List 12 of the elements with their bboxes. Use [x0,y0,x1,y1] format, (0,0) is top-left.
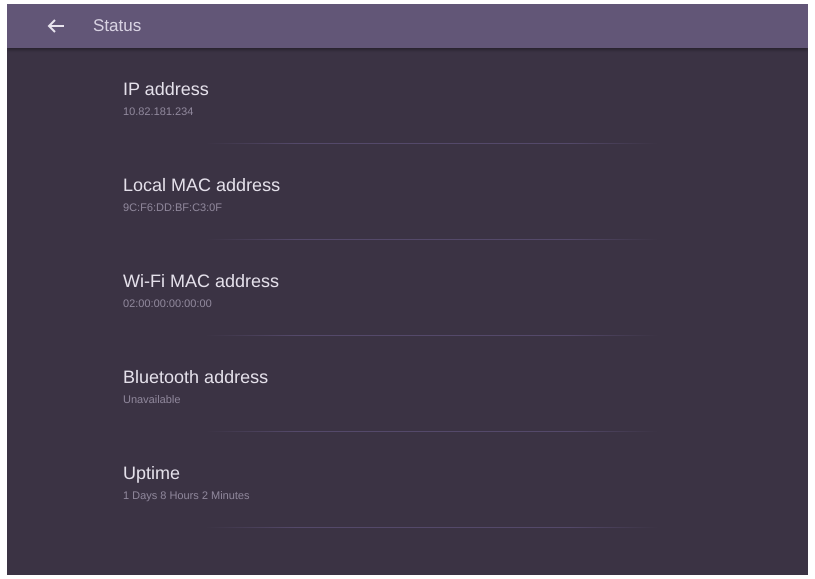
item-value: 9C:F6:DD:BF:C3:0F [123,202,224,214]
item-value: 02:00:00:00:00:00 [123,298,213,310]
back-arrow-icon[interactable] [47,18,65,34]
item-label: Wi-Fi MAC address [123,270,280,292]
item-label: Uptime [123,462,182,484]
item-value: Unavailable [123,394,182,406]
item-value: 10.82.181.234 [123,106,194,118]
item-label: Local MAC address [123,174,282,196]
header-title: Status [93,16,142,36]
item-value: 1 Days 8 Hours 2 Minutes [123,490,251,502]
item-label: IP address [123,78,210,100]
item-label: Bluetooth address [123,366,270,388]
